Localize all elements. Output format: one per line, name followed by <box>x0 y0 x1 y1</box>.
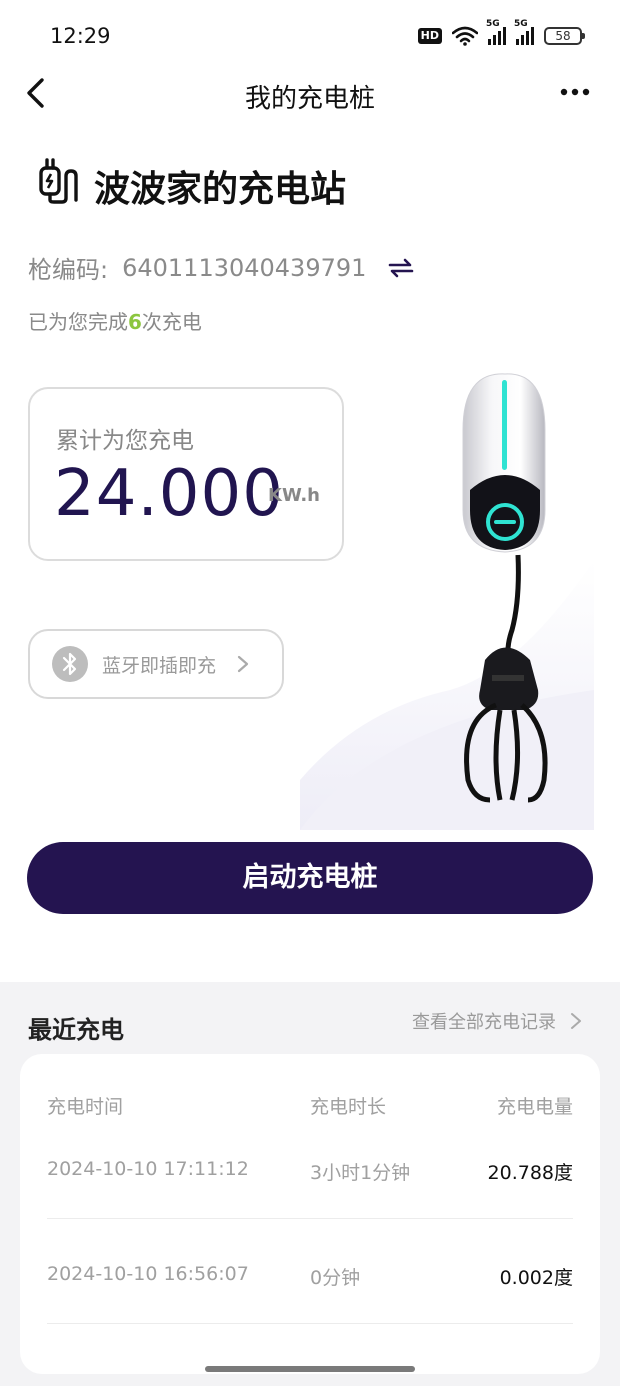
record-time: 2024-10-10 16:56:07 <box>47 1263 249 1285</box>
page-title: 我的充电桩 <box>244 84 375 114</box>
column-header-amount: 充电电量 <box>496 1096 573 1118</box>
wifi-icon <box>452 26 478 46</box>
column-header-time: 充电时间 <box>47 1096 124 1118</box>
record-amount: 0.002度 <box>499 1267 573 1289</box>
energy-value: 24.000 <box>54 457 284 531</box>
signal-tag: 5G <box>486 19 500 29</box>
charger-plug-icon <box>39 158 78 204</box>
bluetooth-plug-charge-button[interactable]: 蓝牙即插即充 <box>28 629 284 699</box>
completed-prefix: 已为您完成 <box>28 310 128 334</box>
energy-unit: KW.h <box>268 485 320 506</box>
completed-count-line: 已为您完成6次充电 <box>28 306 202 335</box>
station-name: 波波家的充电站 <box>94 169 347 210</box>
records-card: 充电时间 充电时长 充电电量 2024-10-10 17:11:12 3小时1分… <box>20 1054 600 1374</box>
status-icons: HD 5G 5G 58 <box>417 19 585 46</box>
recent-charging-section: 最近充电 查看全部充电记录 充电时间 充电时长 充电电量 2024-10-10 … <box>0 982 620 1386</box>
completed-count: 6 <box>128 310 142 334</box>
start-charger-button[interactable]: 启动充电桩 <box>27 842 593 914</box>
record-amount: 20.788度 <box>487 1162 573 1184</box>
energy-card: 累计为您充电 24.000 KW.h <box>28 387 344 561</box>
signal-tag-2: 5G <box>514 19 528 29</box>
chevron-right-icon <box>237 655 249 673</box>
record-duration: 3小时1分钟 <box>310 1162 411 1184</box>
gun-code-value: 6401113040439791 <box>122 253 367 282</box>
status-time: 12:29 <box>50 24 111 48</box>
bluetooth-icon <box>52 646 88 682</box>
signal-icon: 5G <box>486 19 506 45</box>
hd-icon: HD <box>417 28 442 44</box>
row-divider <box>47 1218 573 1219</box>
record-duration: 0分钟 <box>310 1267 361 1289</box>
view-all-records-link[interactable]: 查看全部充电记录 <box>412 1008 582 1034</box>
recent-title: 最近充电 <box>28 1016 124 1044</box>
gun-code-label: 枪编码: <box>28 256 109 284</box>
completed-suffix: 次充电 <box>141 310 202 334</box>
view-all-label: 查看全部充电记录 <box>412 1012 556 1033</box>
swap-arrows-icon[interactable] <box>388 257 414 279</box>
row-divider <box>47 1323 573 1324</box>
nav-bar: 我的充电桩 <box>0 68 620 118</box>
chevron-right-icon <box>571 1013 581 1029</box>
signal-icon-2: 5G <box>514 19 534 45</box>
record-time: 2024-10-10 17:11:12 <box>47 1158 249 1180</box>
battery-icon: 58 <box>544 27 585 45</box>
status-bar: 12:29 HD 5G 5G 58 <box>0 0 620 70</box>
energy-label: 累计为您充电 <box>56 428 194 454</box>
bluetooth-label: 蓝牙即插即充 <box>102 654 217 677</box>
table-row[interactable]: 2024-10-10 16:56:07 0分钟 0.002度 <box>20 1263 600 1367</box>
table-row[interactable]: 2024-10-10 17:11:12 3小时1分钟 20.788度 <box>20 1158 600 1262</box>
more-dots-icon[interactable] <box>560 80 590 104</box>
charger-illustration <box>300 373 594 830</box>
column-header-duration: 充电时长 <box>310 1096 387 1118</box>
home-indicator[interactable] <box>205 1366 415 1372</box>
gun-code-row: 枪编码: 6401113040439791 <box>28 250 414 285</box>
